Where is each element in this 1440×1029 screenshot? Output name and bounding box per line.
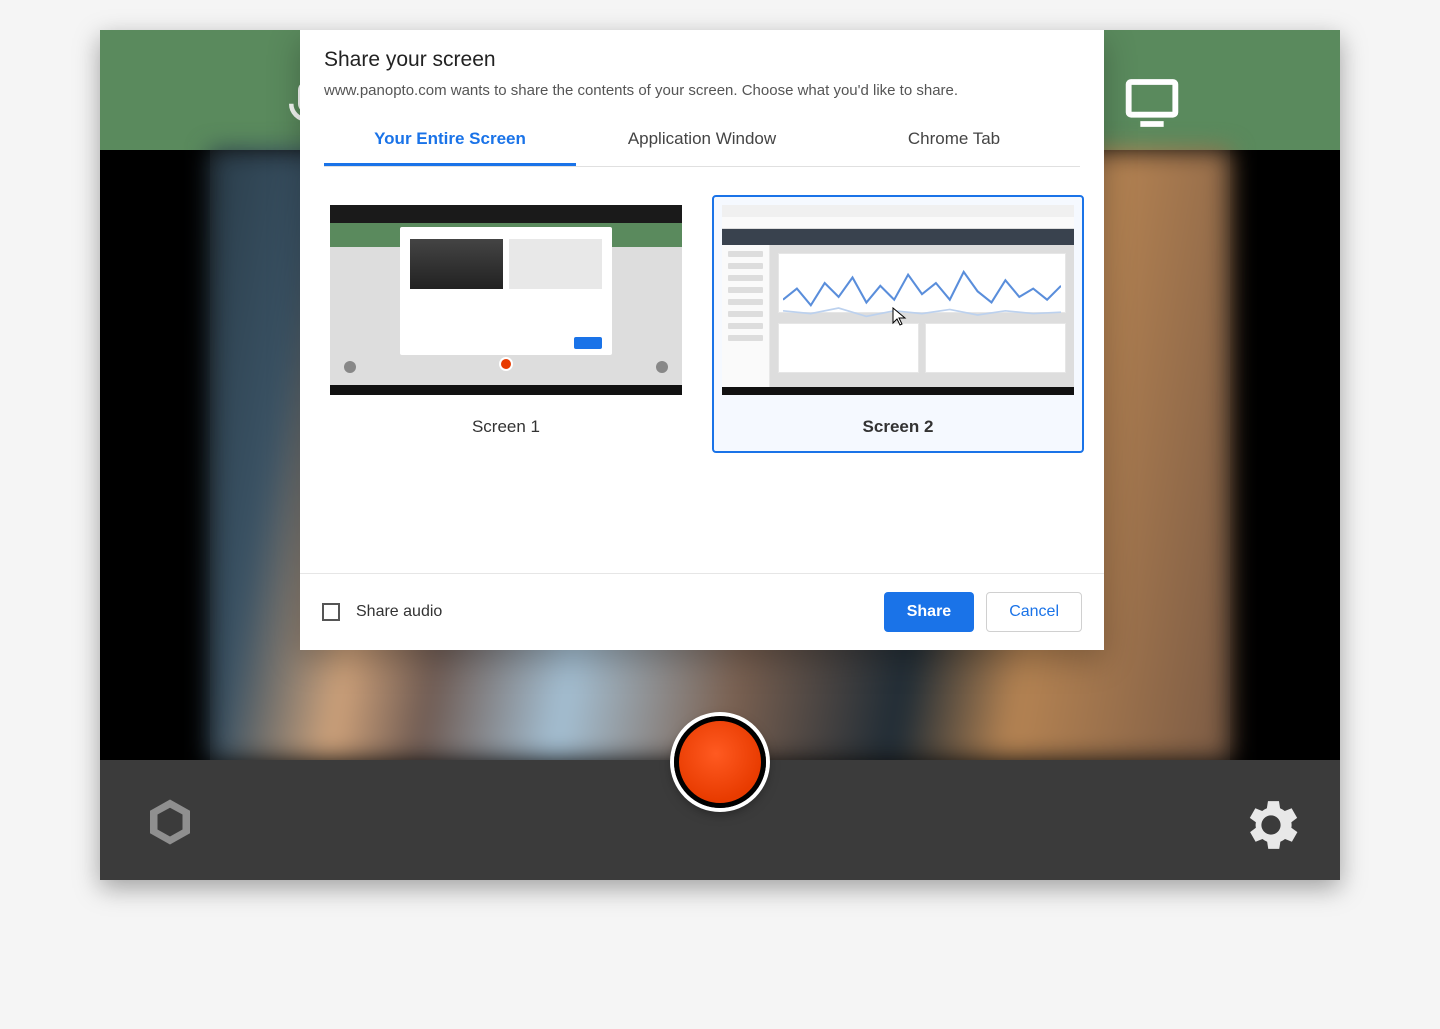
cursor-icon bbox=[892, 307, 908, 327]
screen-2-thumbnail bbox=[722, 205, 1074, 395]
cancel-button[interactable]: Cancel bbox=[986, 592, 1082, 632]
screen-1-label: Screen 1 bbox=[330, 417, 682, 437]
dialog-footer: Share audio Share Cancel bbox=[300, 573, 1104, 650]
app-frame: Share your screen www.panopto.com wants … bbox=[100, 30, 1340, 880]
screen-1-thumbnail bbox=[330, 205, 682, 395]
tab-chrome-tab[interactable]: Chrome Tab bbox=[828, 117, 1080, 166]
settings-gear-icon[interactable] bbox=[1238, 792, 1304, 858]
share-button[interactable]: Share bbox=[884, 592, 974, 632]
dialog-description: www.panopto.com wants to share the conte… bbox=[324, 82, 1080, 99]
share-audio-label: Share audio bbox=[356, 603, 442, 621]
share-audio-checkbox[interactable] bbox=[322, 603, 340, 621]
screen-option-1[interactable]: Screen 1 bbox=[320, 195, 692, 453]
record-button[interactable] bbox=[674, 716, 766, 808]
screen-option-2[interactable]: Screen 2 bbox=[712, 195, 1084, 453]
screen-choices: Screen 1 bbox=[300, 173, 1104, 573]
monitor-icon bbox=[1124, 75, 1180, 131]
share-tabs: Your Entire Screen Application Window Ch… bbox=[324, 117, 1080, 167]
tab-application-window[interactable]: Application Window bbox=[576, 117, 828, 166]
screen-2-label: Screen 2 bbox=[722, 417, 1074, 437]
dialog-title: Share your screen bbox=[324, 48, 1080, 72]
panopto-logo-icon bbox=[140, 792, 200, 852]
share-screen-dialog: Share your screen www.panopto.com wants … bbox=[300, 30, 1104, 650]
tab-entire-screen[interactable]: Your Entire Screen bbox=[324, 117, 576, 166]
